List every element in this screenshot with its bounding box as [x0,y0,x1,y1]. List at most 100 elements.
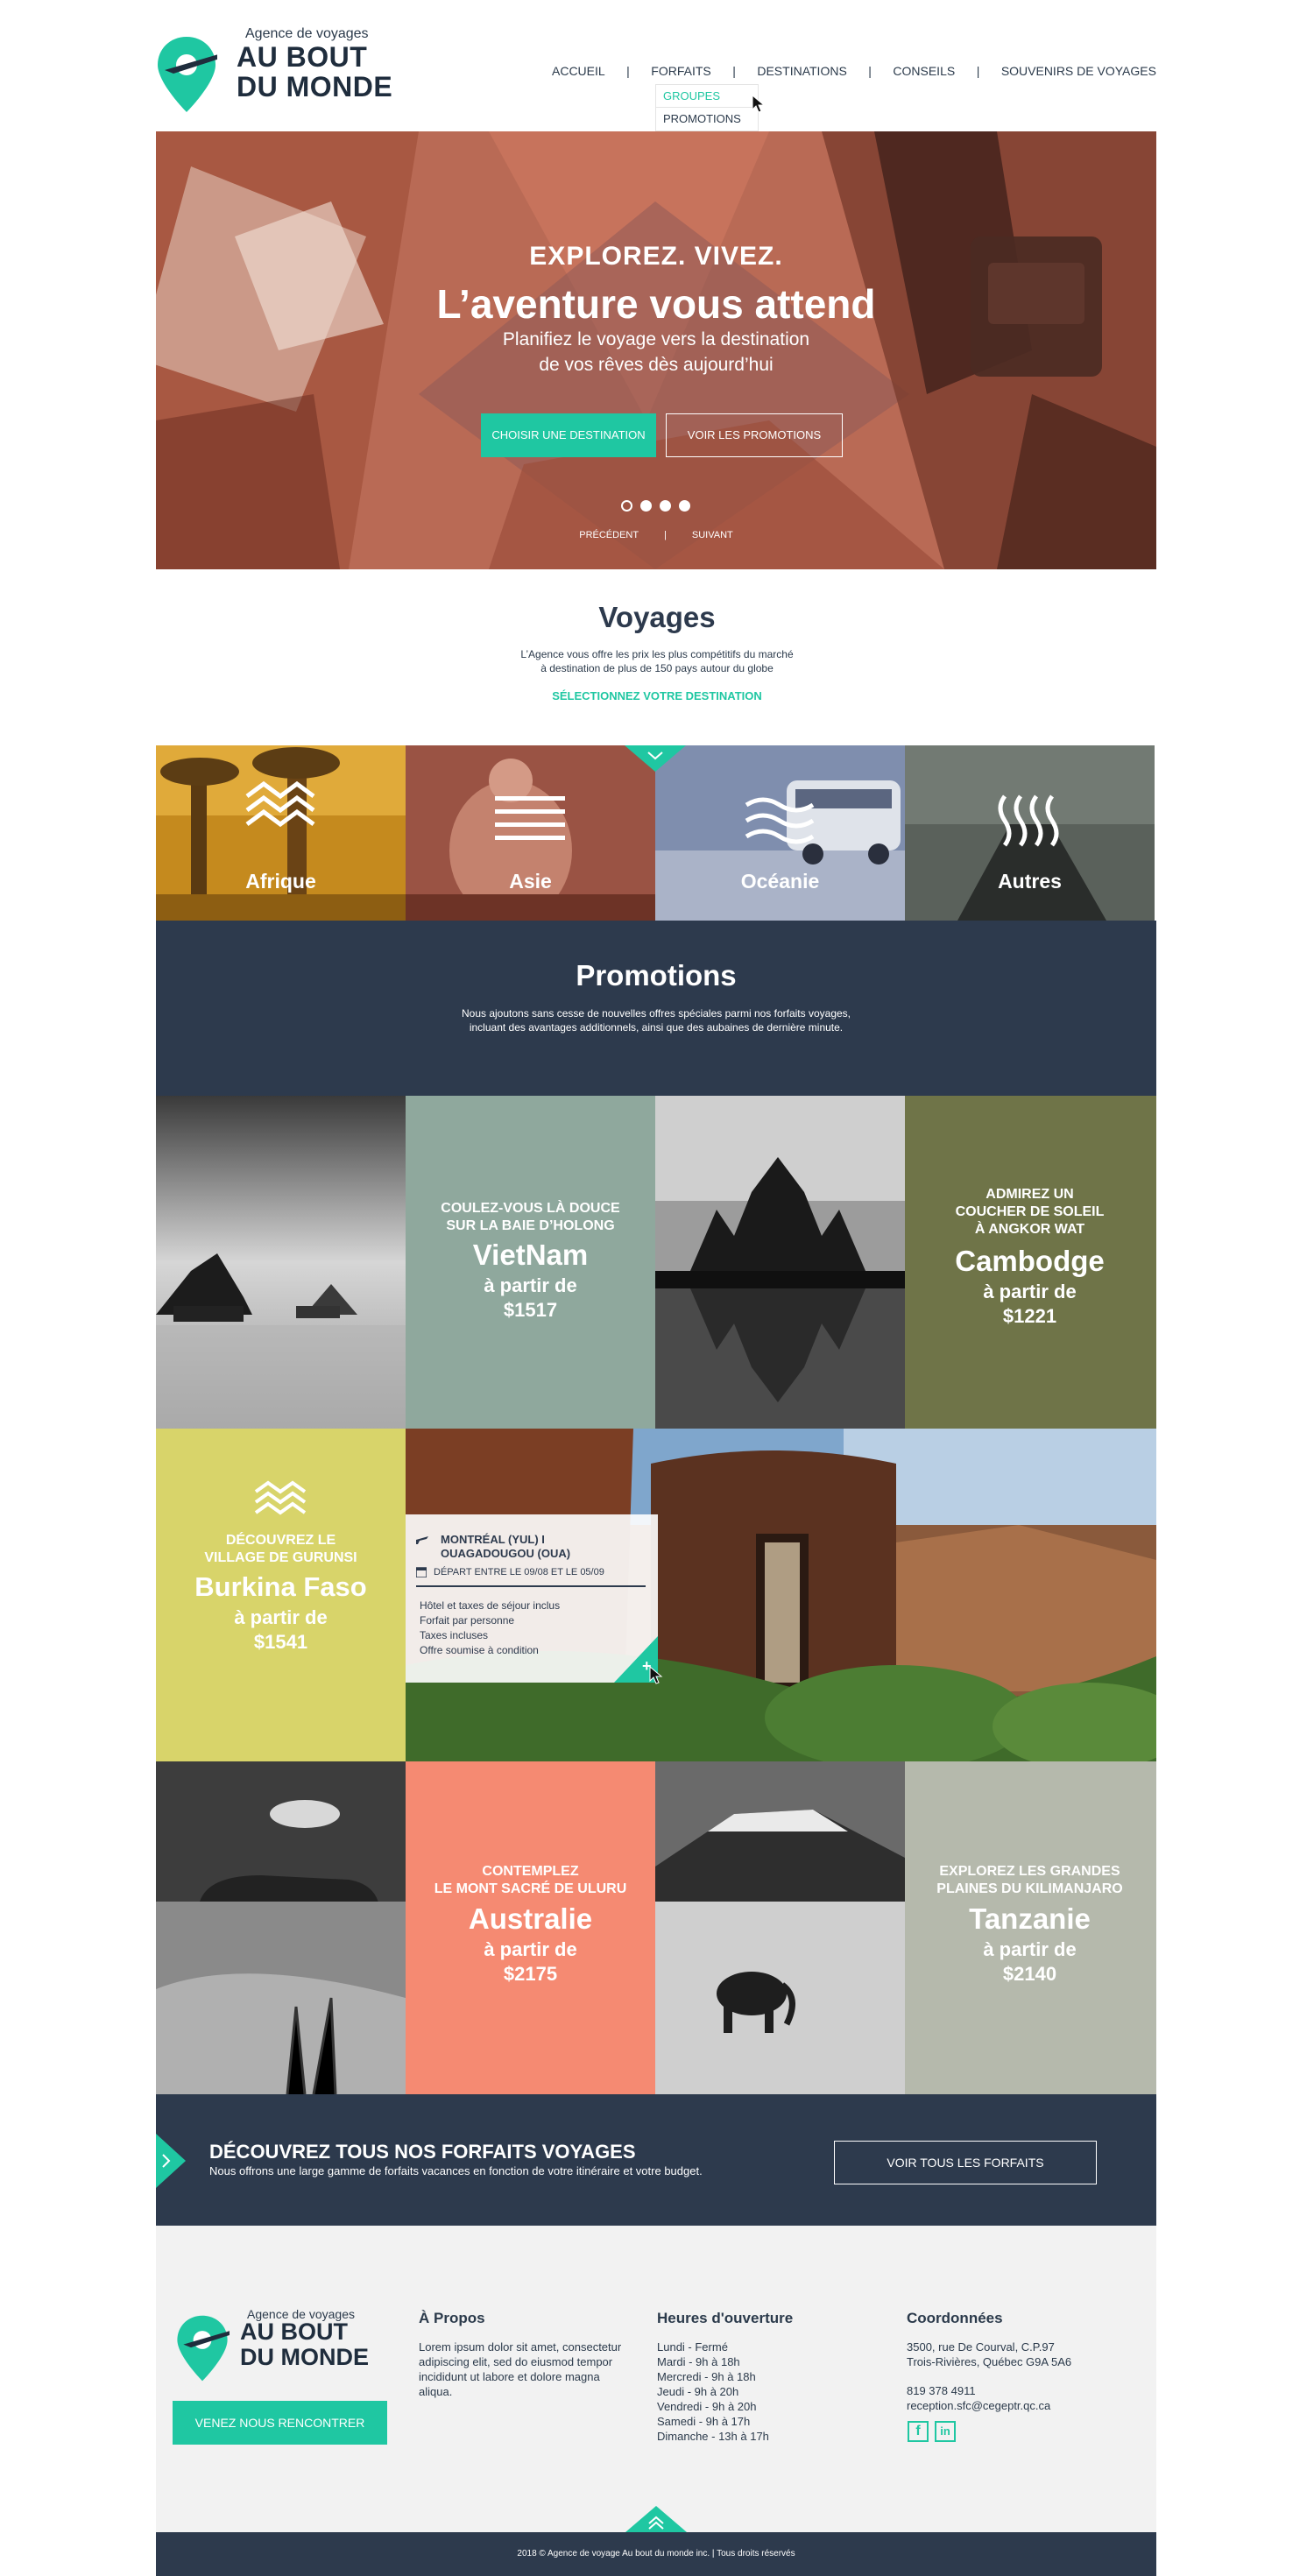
hero-slider: EXPLOREZ. VIVEZ. L’aventure vous attend … [156,131,1156,569]
promo-photo-angkor[interactable] [655,1096,905,1429]
mouse-cursor-icon [649,1666,663,1684]
contact-title: Coordonnées [907,2310,1003,2326]
linkedin-icon[interactable]: in [935,2421,956,2442]
promo-card-cambodge[interactable]: ADMIREZ UN COUCHER DE SOLEIL À ANGKOR WA… [905,1096,1156,1429]
promo-kicker: SUR LA BAIE D’HOLONG [446,1218,615,1233]
hours-line: Dimanche - 13h à 17h [657,2430,769,2443]
promo-kicker: LE MONT SACRÉ DE ULURU [434,1881,627,1896]
promo-country: Tanzanie [969,1902,1091,1935]
hours-list: Lundi - Fermé Mardi - 9h à 18h Mercredi … [657,2340,769,2444]
promo-photo-halong[interactable] [156,1096,406,1429]
voyages-desc-1: L’Agence vous offre les prix les plus co… [520,648,794,660]
promo-price: $1541 [253,1631,308,1653]
dropdown-item-promotions[interactable]: PROMOTIONS [656,108,758,131]
forfaits-dropdown: GROUPES PROMOTIONS [655,84,759,131]
logo[interactable]: Agence de voyages AU BOUT DU MONDE [156,26,419,112]
slider-dot[interactable] [621,500,632,512]
destination-tile-oceanie[interactable]: Océanie [655,745,905,921]
view-promotions-button[interactable]: VOIR LES PROMOTIONS [666,413,843,457]
chevron-down-icon[interactable] [625,745,686,772]
view-all-packages-button[interactable]: VOIR TOUS LES FORFAITS [834,2141,1097,2184]
promo-photo-kilimanjaro[interactable] [655,1761,905,2094]
dropdown-item-groupes[interactable]: GROUPES [656,85,758,108]
card-divider [416,1585,646,1587]
hours-line: Mardi - 9h à 18h [657,2355,740,2368]
afrique-photo [156,745,406,921]
choose-destination-button[interactable]: CHOISIR UNE DESTINATION [481,413,656,457]
nav-souvenirs[interactable]: SOUVENIRS DE VOYAGES [1001,64,1156,78]
hours-line: Lundi - Fermé [657,2340,728,2354]
promo-country: Australie [468,1902,593,1935]
map-pin-icon [177,2315,230,2382]
hours-title: Heures d'ouverture [657,2310,794,2326]
promotions-section: Promotions Nous ajoutons sans cesse de n… [156,921,1156,1096]
contact-phone[interactable]: 819 378 4911 [907,2383,976,2398]
nav-separator: | [626,64,630,78]
about-text: Lorem ipsum dolor sit amet, consectetur … [419,2340,621,2399]
nav-conseils[interactable]: CONSEILS [893,64,955,78]
page: Agence de voyages AU BOUT DU MONDE ACCUE… [0,0,1314,2576]
promo-kicker: EXPLOREZ LES GRANDES [939,1864,1120,1879]
destination-tile-afrique[interactable]: Afrique [156,745,406,921]
facebook-icon[interactable]: f [908,2421,929,2442]
copyright-bar: 2018 © Agence de voyage Au bout du monde… [156,2532,1156,2576]
promo-kicker: VILLAGE DE GURUNSI [204,1550,357,1565]
card-line: Offre soumise à condition [420,1644,539,1656]
cta-title: DÉCOUVREZ TOUS NOS FORFAITS VOYAGES [209,2141,636,2163]
destination-tile-autres[interactable]: Autres [905,745,1155,921]
nav-destinations[interactable]: DESTINATIONS [757,64,846,78]
promo-card-burkina[interactable]: DÉCOUVREZ LE VILLAGE DE GURUNSI Burkina … [156,1429,406,1761]
promo-kicker: DÉCOUVREZ LE [225,1533,336,1548]
address-line: Trois-Rivières, Québec G9A 5A6 [907,2355,1072,2368]
voyages-title: Voyages [598,601,716,633]
voyages-desc-2: à destination de plus de 150 pays autour… [540,662,774,674]
promo-kicker: ADMIREZ UN [986,1187,1074,1202]
promo-card-tanzanie[interactable]: EXPLOREZ LES GRANDES PLAINES DU KILIMANJ… [905,1761,1156,2094]
about-title: À Propos [419,2310,485,2326]
about-line: incididunt ut labore et dolore magna [419,2370,600,2383]
destination-label: Océanie [740,870,820,893]
promo-kicker: À ANGKOR WAT [974,1222,1085,1237]
promo-card-vietnam[interactable]: COULEZ-VOUS LÀ DOUCE SUR LA BAIE D’HOLON… [406,1096,655,1429]
hero-subtitle-1: Planifiez le voyage vers la destination [502,329,810,349]
logo-tagline: Agence de voyages [245,26,369,41]
nav-forfaits[interactable]: FORFAITS [651,64,710,78]
hours-line: Jeudi - 9h à 20h [657,2385,739,2398]
chevron-up-icon[interactable] [625,2506,687,2532]
slider-next-link[interactable]: SUIVANT [692,530,733,540]
contact-address: 3500, rue De Courval, C.P.97 Trois-Riviè… [907,2340,1071,2369]
promo-photo-uluru[interactable] [156,1761,406,2094]
slider-dot[interactable] [660,500,671,512]
promo-from: à partir de [484,1274,577,1296]
promo-kicker: COUCHER DE SOLEIL [955,1204,1105,1219]
departure-dates: DÉPART ENTRE LE 09/08 ET LE 05/09 [434,1567,604,1577]
kilimanjaro-photo [655,1761,905,2094]
address-line: 3500, rue De Courval, C.P.97 [907,2340,1055,2354]
promo-detail-card[interactable]: MONTRÉAL (YUL) I OUAGADOUGOU (OUA) DÉPAR… [406,1514,658,1683]
promotions-desc-1: Nous ajoutons sans cesse de nouvelles of… [461,1007,851,1020]
destination-label: Afrique [245,870,316,893]
card-line: Taxes incluses [420,1629,489,1641]
slider-dot[interactable] [679,500,690,512]
zigzag-icon [254,1480,307,1515]
nav-separator: | [732,64,736,78]
slider-dots [621,500,691,512]
mouse-cursor-icon [752,95,766,113]
meet-us-button[interactable]: VENEZ NOUS RENCONTRER [173,2401,387,2445]
halong-bay-photo [156,1096,406,1429]
contact-email[interactable]: reception.sfc@cegeptr.qc.ca [907,2398,1050,2413]
lines-icon [495,796,565,840]
nav-accueil[interactable]: ACCUEIL [552,64,605,78]
select-destination-link[interactable]: SÉLECTIONNEZ VOTRE DESTINATION [0,689,1314,702]
slider-nav: PRÉCÉDENT | SUIVANT [156,530,1156,540]
slider-prev-link[interactable]: PRÉCÉDENT [579,530,639,540]
hero-subtitle-2: de vos rêves dès aujourd’hui [539,355,774,375]
logo-line2: DU MONDE [237,71,393,102]
promo-card-australie[interactable]: CONTEMPLEZ LE MONT SACRÉ DE ULURU Austra… [406,1761,655,2094]
waves-icon [745,797,815,844]
footer-logo[interactable]: Agence de voyages AU BOUT DU MONDE [175,2307,385,2386]
destination-tile-asie[interactable]: Asie [406,745,655,921]
logo-name: AU BOUT DU MONDE [237,42,392,102]
promo-from: à partir de [983,1281,1077,1302]
slider-dot[interactable] [640,500,652,512]
